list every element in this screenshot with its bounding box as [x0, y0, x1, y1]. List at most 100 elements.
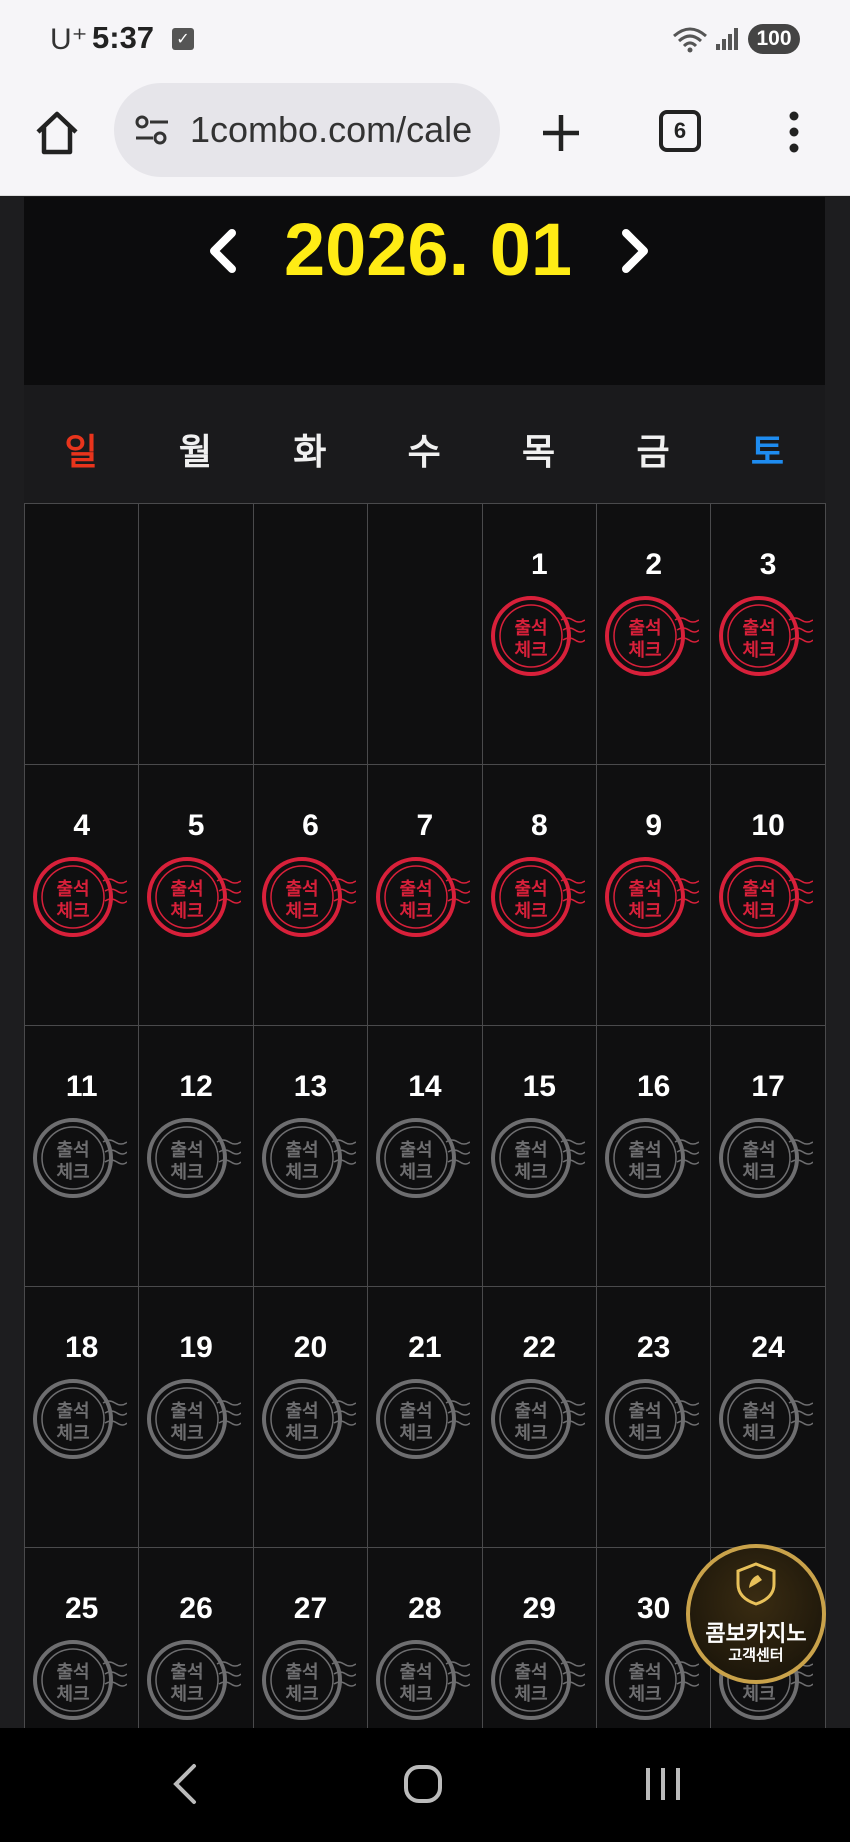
calendar-day-cell[interactable]: 24 출석 체크 [710, 1286, 826, 1548]
day-number: 2 [645, 548, 663, 581]
calendar-empty-cell [138, 503, 254, 765]
calendar-day-cell[interactable]: 18 출석 체크 [24, 1286, 140, 1548]
calendar-day-cell[interactable]: 7 출석 체크 [367, 764, 483, 1026]
svg-text:출석: 출석 [743, 1140, 776, 1161]
attendance-stamp-empty-icon: 출석체크 [605, 1379, 699, 1459]
svg-text:출석: 출석 [743, 879, 776, 900]
day-number: 18 [65, 1331, 99, 1364]
svg-text:체크: 체크 [56, 1423, 89, 1444]
svg-text:출석: 출석 [400, 1401, 433, 1422]
site-settings-icon[interactable] [134, 113, 170, 147]
weekday-label: 일 [64, 432, 98, 473]
day-number: 15 [522, 1070, 556, 1103]
calendar-day-cell[interactable]: 6 출석 체크 [252, 764, 369, 1026]
svg-text:체크: 체크 [514, 1684, 547, 1705]
attendance-stamp-empty-icon: 출석체크 [261, 1379, 356, 1459]
calendar-day-cell[interactable]: 3 출석 체크 [710, 503, 826, 765]
day-number: 24 [751, 1331, 785, 1364]
calendar-day-cell[interactable]: 5 출석 체크 [138, 764, 254, 1026]
chevron-left-icon[interactable] [202, 225, 242, 277]
svg-text:체크: 체크 [171, 1684, 204, 1705]
svg-text:출석: 출석 [285, 1662, 318, 1683]
svg-text:체크: 체크 [285, 1162, 318, 1183]
tab-switcher-button[interactable]: 6 [659, 110, 701, 152]
home-nav-icon[interactable] [403, 1764, 443, 1804]
calendar-day-cell[interactable]: 9 출석 체크 [596, 764, 712, 1026]
calendar-day-cell[interactable]: 20 출석 체크 [252, 1286, 369, 1548]
svg-text:체크: 체크 [743, 1684, 776, 1705]
day-number: 11 [65, 1070, 98, 1103]
attendance-stamp-checked-icon: 출석체크 [719, 596, 814, 676]
svg-text:체크: 체크 [285, 1423, 318, 1444]
attendance-stamp-empty-icon: 출석체크 [719, 1118, 814, 1198]
attendance-stamp-empty-icon: 출석체크 [147, 1640, 242, 1720]
svg-text:출석: 출석 [514, 1140, 547, 1161]
svg-text:출석: 출석 [285, 1140, 318, 1161]
calendar-day-cell[interactable]: 10 출석 체크 [710, 764, 826, 1026]
svg-text:체크: 체크 [285, 901, 318, 922]
calendar-day-cell[interactable]: 22 출석 체크 [481, 1286, 597, 1548]
support-subtitle: 고객센터 [728, 1646, 784, 1664]
svg-text:체크: 체크 [628, 1684, 661, 1705]
svg-text:출석: 출석 [285, 1401, 318, 1422]
customer-support-badge[interactable]: 콤보카지노 고객센터 [686, 1544, 826, 1684]
attendance-stamp-checked-icon: 출석체크 [719, 857, 814, 937]
chevron-right-icon[interactable] [616, 225, 656, 277]
calendar-day-cell[interactable]: 1 출석 체크 [481, 503, 597, 765]
calendar-day-cell[interactable]: 25 출석 체크 [24, 1547, 140, 1728]
day-number: 12 [179, 1070, 213, 1103]
attendance-stamp-empty-icon: 출석체크 [147, 1379, 242, 1459]
calendar-day-cell[interactable]: 28 출석 체크 [367, 1547, 483, 1728]
url-text[interactable]: 1combo.com/cale [190, 109, 490, 151]
status-bar: U⁺ 5:37 ✓ 100 [0, 0, 850, 80]
overflow-menu-icon[interactable] [784, 110, 804, 154]
calendar-day-cell[interactable]: 13 출석 체크 [252, 1025, 369, 1287]
svg-text:출석: 출석 [56, 1140, 89, 1161]
calendar-day-cell[interactable]: 21 출석 체크 [367, 1286, 483, 1548]
calendar-day-cell[interactable]: 17 출석 체크 [710, 1025, 826, 1287]
month-header: 2026. 01 [24, 197, 825, 385]
calendar-day-cell[interactable]: 23 출석 체크 [596, 1286, 712, 1548]
calendar-day-cell[interactable]: 16 출석 체크 [596, 1025, 712, 1287]
home-icon[interactable] [32, 108, 82, 158]
svg-text:출석: 출석 [743, 1401, 776, 1422]
calendar-day-cell[interactable]: 29 출석 체크 [481, 1547, 597, 1728]
svg-text:출석: 출석 [514, 1662, 547, 1683]
calendar-day-cell[interactable]: 4 출석 체크 [24, 764, 140, 1026]
day-number: 28 [408, 1592, 442, 1625]
attendance-stamp-checked-icon: 출석체크 [147, 857, 242, 937]
calendar-empty-cell [367, 503, 483, 765]
svg-text:출석: 출석 [56, 1662, 89, 1683]
day-number: 17 [751, 1070, 785, 1103]
calendar-day-cell[interactable]: 2 출석 체크 [596, 503, 712, 765]
calendar-day-cell[interactable]: 8 출석 체크 [481, 764, 597, 1026]
day-number: 1 [530, 548, 548, 581]
svg-text:출석: 출석 [171, 1140, 204, 1161]
svg-text:체크: 체크 [56, 901, 89, 922]
recent-apps-icon[interactable] [642, 1764, 684, 1804]
calendar-day-cell[interactable]: 26 출석 체크 [138, 1547, 254, 1728]
new-tab-icon[interactable] [540, 112, 582, 154]
svg-text:출석: 출석 [628, 1401, 661, 1422]
back-icon[interactable] [168, 1762, 202, 1806]
calendar-day-cell[interactable]: 19 출석 체크 [138, 1286, 254, 1548]
svg-text:출석: 출석 [628, 1140, 661, 1161]
svg-text:체크: 체크 [400, 1423, 433, 1444]
checkbox-notification-icon: ✓ [172, 28, 194, 50]
address-bar[interactable]: 1combo.com/cale [114, 83, 500, 177]
calendar-day-cell[interactable]: 15 출석 체크 [481, 1025, 597, 1287]
attendance-stamp-empty-icon: 출석체크 [147, 1118, 242, 1198]
calendar-day-cell[interactable]: 14 출석 체크 [367, 1025, 483, 1287]
day-number: 4 [73, 809, 91, 842]
calendar-day-cell[interactable]: 12 출석 체크 [138, 1025, 254, 1287]
calendar-day-cell[interactable]: 11 출석 체크 [24, 1025, 140, 1287]
calendar-day-cell[interactable]: 27 출석 체크 [252, 1547, 369, 1728]
svg-text:체크: 체크 [743, 901, 776, 922]
day-number: 21 [408, 1331, 442, 1364]
attendance-stamp-checked-icon: 출석체크 [376, 857, 471, 937]
svg-text:출석: 출석 [400, 1140, 433, 1161]
attendance-stamp-empty-icon: 출석체크 [33, 1379, 127, 1459]
attendance-stamp-checked-icon: 출석체크 [261, 857, 356, 937]
attendance-stamp-checked-icon: 출석체크 [33, 857, 127, 937]
attendance-stamp-checked-icon: 출석체크 [490, 596, 585, 676]
